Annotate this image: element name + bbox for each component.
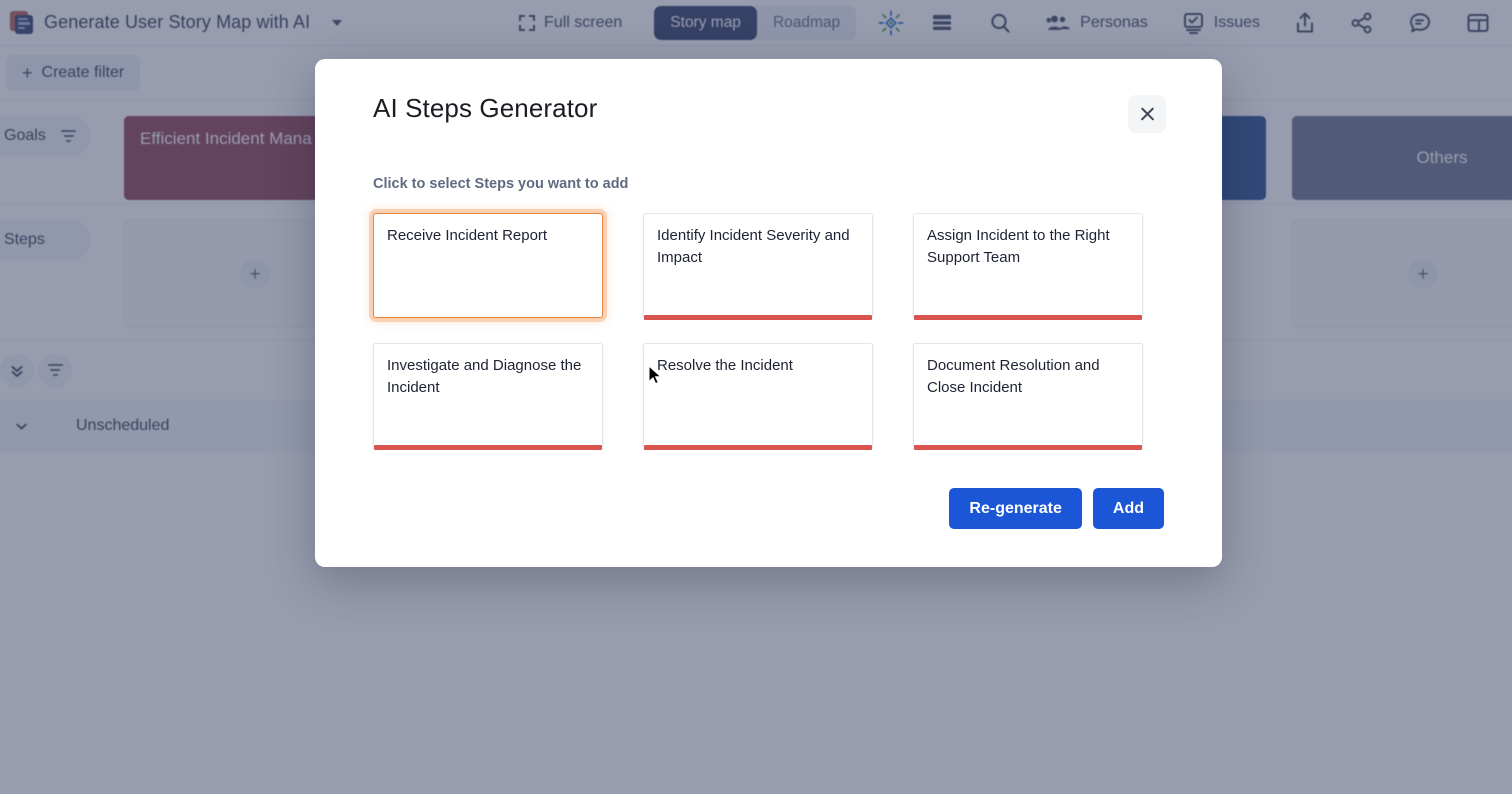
add-button[interactable]: Add (1093, 488, 1164, 529)
step-suggestion-label: Receive Incident Report (387, 227, 547, 244)
card-accent-bar (914, 315, 1142, 320)
step-suggestion-label: Investigate and Diagnose the Incident (387, 357, 581, 396)
dialog-actions: Re-generate Add (949, 488, 1164, 529)
step-suggestion-label: Assign Incident to the Right Support Tea… (927, 227, 1110, 266)
step-suggestion-card[interactable]: Assign Incident to the Right Support Tea… (913, 213, 1143, 318)
card-accent-bar (644, 315, 872, 320)
step-suggestions-grid: Receive Incident Report Identify Inciden… (373, 213, 1164, 448)
dialog-subtitle: Click to select Steps you want to add (373, 176, 1164, 192)
step-suggestion-card[interactable]: Investigate and Diagnose the Incident (373, 343, 603, 448)
close-button[interactable] (1128, 95, 1166, 133)
ai-steps-generator-dialog: AI Steps Generator Click to select Steps… (315, 59, 1222, 567)
step-suggestion-label: Identify Incident Severity and Impact (657, 227, 850, 266)
step-suggestion-label: Resolve the Incident (657, 357, 793, 374)
regenerate-button[interactable]: Re-generate (949, 488, 1081, 529)
card-accent-bar (374, 445, 602, 450)
step-suggestion-card[interactable]: Receive Incident Report (373, 213, 603, 318)
step-suggestion-card[interactable]: Identify Incident Severity and Impact (643, 213, 873, 318)
card-accent-bar (914, 445, 1142, 450)
step-suggestion-card[interactable]: Document Resolution and Close Incident (913, 343, 1143, 448)
mouse-cursor (648, 365, 664, 387)
card-accent-bar (644, 445, 872, 450)
dialog-title: AI Steps Generator (373, 93, 1164, 124)
step-suggestion-card[interactable]: Resolve the Incident (643, 343, 873, 448)
step-suggestion-label: Document Resolution and Close Incident (927, 357, 1100, 396)
close-icon (1139, 106, 1156, 123)
